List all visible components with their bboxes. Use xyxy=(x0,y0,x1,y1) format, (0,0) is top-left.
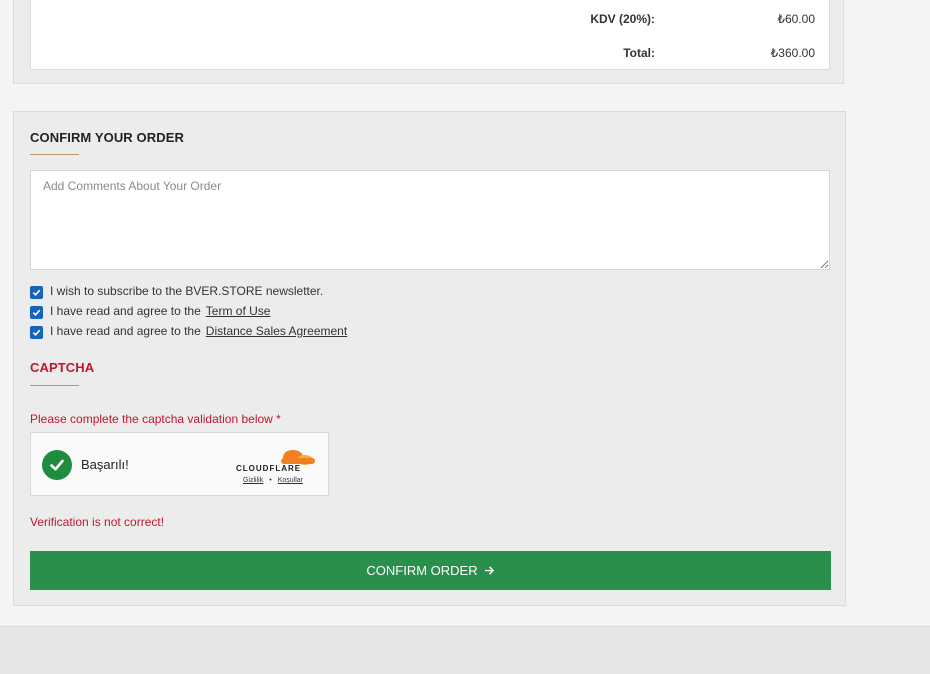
newsletter-checkbox[interactable] xyxy=(30,285,43,299)
order-totals-panel: KDV (20%): ₺60.00 Total: ₺360.00 xyxy=(13,0,844,84)
privacy-link[interactable]: Gizlilik xyxy=(243,477,263,484)
newsletter-label: I wish to subscribe to the BVER.STORE ne… xyxy=(50,284,324,298)
title-underline xyxy=(30,154,79,155)
links-separator: • xyxy=(269,477,272,484)
confirm-order-panel: CONFIRM YOUR ORDER I wish to subscribe t… xyxy=(13,111,846,606)
captcha-instruction: Please complete the captcha validation b… xyxy=(30,412,281,426)
terms-label: I have read and agree to the xyxy=(50,304,201,318)
confirm-order-button[interactable]: CONFIRM ORDER xyxy=(30,551,831,590)
newsletter-checkbox-row[interactable]: I wish to subscribe to the BVER.STORE ne… xyxy=(30,283,323,299)
confirm-order-button-label: CONFIRM ORDER xyxy=(366,563,478,578)
success-check-icon xyxy=(42,450,72,480)
arrow-right-icon xyxy=(484,566,494,575)
captcha-links: Gizlilik • Koşullar xyxy=(243,477,303,484)
sales-agreement-checkbox-row[interactable]: I have read and agree to the Distance Sa… xyxy=(30,323,347,339)
verification-error: Verification is not correct! xyxy=(30,515,165,529)
captcha-widget[interactable]: Başarılı! CLOUDFLARE Gizlilik • Koşullar xyxy=(30,432,329,496)
sales-agreement-checkbox[interactable] xyxy=(30,325,43,339)
cloudflare-logo-text: CLOUDFLARE xyxy=(236,464,302,473)
total-value: ₺360.00 xyxy=(770,46,815,60)
captcha-title: CAPTCHA xyxy=(30,360,95,375)
confirm-order-title: CONFIRM YOUR ORDER xyxy=(30,130,184,145)
captcha-title-underline xyxy=(30,385,79,386)
cloudflare-cloud-icon xyxy=(281,450,315,465)
order-totals-box: KDV (20%): ₺60.00 Total: ₺360.00 xyxy=(30,0,830,70)
page-footer-band xyxy=(0,626,930,674)
sales-agreement-label: I have read and agree to the xyxy=(50,324,201,338)
terms-checkbox[interactable] xyxy=(30,305,43,319)
distance-sales-agreement-link[interactable]: Distance Sales Agreement xyxy=(206,324,347,338)
order-comments-input[interactable] xyxy=(30,170,830,270)
tax-value: ₺60.00 xyxy=(777,12,815,26)
total-label: Total: xyxy=(623,46,655,60)
terms-checkbox-row[interactable]: I have read and agree to the Term of Use xyxy=(30,303,270,319)
tax-row: KDV (20%): ₺60.00 xyxy=(31,12,829,32)
tax-label: KDV (20%): xyxy=(590,12,655,26)
captcha-terms-link[interactable]: Koşullar xyxy=(278,477,303,484)
captcha-status-text: Başarılı! xyxy=(81,457,129,472)
terms-of-use-link[interactable]: Term of Use xyxy=(206,304,271,318)
total-row: Total: ₺360.00 xyxy=(31,46,829,66)
